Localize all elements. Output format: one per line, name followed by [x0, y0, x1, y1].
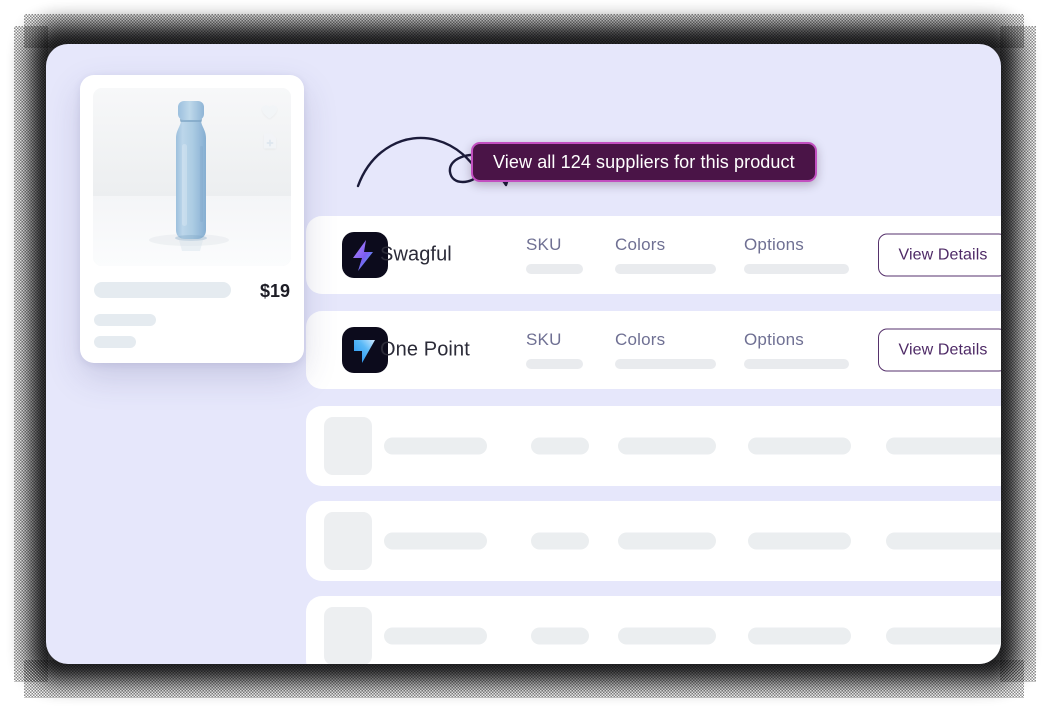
callout-text: View all 124 suppliers for this product [493, 151, 795, 172]
column-options: Options [744, 330, 849, 369]
column-sku: SKU [526, 235, 583, 274]
skeleton-bar [384, 627, 487, 645]
supplier-row-skeleton [306, 596, 1001, 664]
column-options: Options [744, 235, 849, 274]
add-file-icon[interactable] [262, 132, 278, 150]
supplier-row-skeleton [306, 406, 1001, 486]
skeleton-bar [748, 627, 851, 645]
skeleton-bar [618, 627, 716, 645]
colors-value-placeholder [615, 264, 716, 274]
skeleton-bar [531, 627, 589, 645]
skeleton-bar [618, 532, 716, 550]
skeleton-bar [384, 437, 487, 455]
view-details-button[interactable]: View Details [878, 328, 1001, 372]
supplier-row-one-point[interactable]: One Point SKU Colors Options View Detail… [306, 311, 1001, 389]
column-colors-label: Colors [615, 235, 666, 254]
skeleton-bar [748, 437, 851, 455]
skeleton-bar [748, 532, 851, 550]
skeleton-logo [324, 607, 372, 664]
column-colors-label: Colors [615, 330, 666, 349]
view-details-button[interactable]: View Details [878, 233, 1001, 277]
skeleton-logo [324, 417, 372, 475]
screenshot-root: Swagful SKU Colors Options View Details [0, 0, 1047, 708]
heart-icon[interactable] [261, 104, 278, 120]
skeleton-bar [618, 437, 716, 455]
supplier-row-swagful[interactable]: Swagful SKU Colors Options View Details [306, 216, 1001, 294]
skeleton-logo [324, 512, 372, 570]
product-meta-placeholder [94, 336, 136, 348]
column-colors: Colors [615, 330, 716, 369]
skeleton-bar [886, 532, 1001, 550]
options-value-placeholder [744, 359, 849, 369]
column-sku-label: SKU [526, 330, 562, 349]
supplier-name: One Point [380, 338, 470, 361]
column-options-label: Options [744, 235, 804, 254]
suppliers-callout-tooltip[interactable]: View all 124 suppliers for this product [471, 142, 817, 182]
column-options-label: Options [744, 330, 804, 349]
skeleton-bar [886, 437, 1001, 455]
supplier-name: Swagful [380, 243, 452, 266]
skeleton-bar [531, 437, 589, 455]
options-value-placeholder [744, 264, 849, 274]
skeleton-bar [384, 532, 487, 550]
sku-value-placeholder [526, 359, 583, 369]
skeleton-bar [886, 627, 1001, 645]
product-price: $19 [259, 281, 290, 301]
column-sku: SKU [526, 330, 583, 369]
product-meta-placeholder [94, 314, 156, 326]
supplier-row-skeleton [306, 501, 1001, 581]
column-sku-label: SKU [526, 235, 562, 254]
sku-value-placeholder [526, 264, 583, 274]
colors-value-placeholder [615, 359, 716, 369]
skeleton-bar [531, 532, 589, 550]
product-title-placeholder [94, 282, 231, 298]
column-colors: Colors [615, 235, 716, 274]
product-preview-card[interactable]: $19 [80, 75, 304, 363]
product-image [93, 88, 291, 266]
